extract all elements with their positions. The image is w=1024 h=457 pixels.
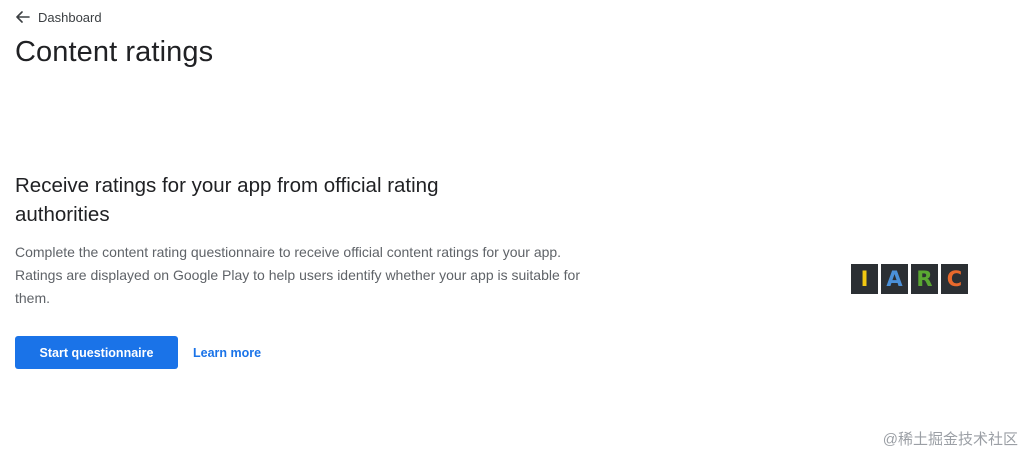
breadcrumb-label: Dashboard xyxy=(38,9,102,25)
arrow-back-icon xyxy=(15,9,31,25)
section-heading: Receive ratings for your app from offici… xyxy=(15,174,439,226)
iarc-logo-letter: A xyxy=(881,264,908,294)
iarc-logo-letter: C xyxy=(941,264,968,294)
breadcrumb-back-to-dashboard[interactable]: Dashboard xyxy=(15,8,102,26)
start-questionnaire-button[interactable]: Start questionnaire xyxy=(15,336,178,369)
page-title: Content ratings xyxy=(15,36,214,68)
iarc-logo: IARC xyxy=(851,264,968,294)
content-ratings-page: Dashboard Content ratings Receive rating… xyxy=(0,0,1024,457)
watermark: @稀土掘金技术社区 xyxy=(882,431,1018,448)
iarc-logo-letter: R xyxy=(911,264,938,294)
actions-row: Start questionnaire Learn more xyxy=(15,336,261,369)
iarc-logo-letter: I xyxy=(851,264,878,294)
ratings-intro-section: Receive ratings for your app from offici… xyxy=(15,171,615,310)
learn-more-link[interactable]: Learn more xyxy=(193,346,261,360)
section-description: Complete the content rating questionnair… xyxy=(15,244,580,306)
